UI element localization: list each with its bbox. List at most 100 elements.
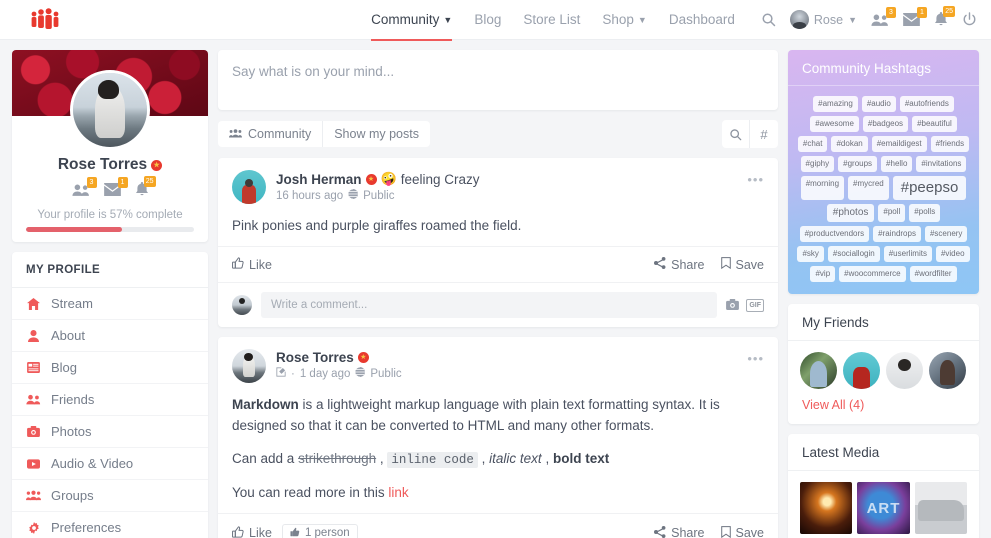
hashtag-sky[interactable]: #sky (797, 246, 824, 262)
post-link[interactable]: link (388, 485, 408, 500)
hashtag-invitations[interactable]: #invitations (916, 156, 967, 172)
friend-avatar-3[interactable] (886, 352, 923, 389)
friends-icon[interactable]: 3 (71, 176, 97, 197)
messages-badge: 1 (917, 7, 927, 18)
nav-item-blog[interactable]: Blog (474, 0, 501, 40)
save-label: Save (735, 526, 765, 538)
profile-completion-fill (26, 227, 122, 232)
profile-avatar[interactable] (70, 70, 150, 150)
avatar[interactable] (232, 349, 266, 384)
power-icon[interactable] (962, 12, 977, 27)
hashtag-wordfilter[interactable]: #wordfilter (909, 266, 957, 282)
media-thumb-2[interactable] (857, 482, 910, 535)
comment-input[interactable]: Write a comment... (261, 292, 718, 319)
hashtag-poll[interactable]: #poll (878, 204, 906, 222)
hashtag-hello[interactable]: #hello (881, 156, 913, 172)
hashtag-userlimits[interactable]: #userlimits (883, 246, 932, 262)
hashtag-woocommerce[interactable]: #woocommerce (839, 266, 906, 282)
sidebar-item-preferences[interactable]: Preferences (12, 512, 208, 538)
filter-show-my-posts-button[interactable]: Show my posts (323, 121, 430, 147)
notifications-bell-icon[interactable]: 25 (135, 176, 156, 197)
camera-icon[interactable] (726, 298, 740, 313)
nav-item-store-list[interactable]: Store List (523, 0, 580, 40)
filter-community-button[interactable]: Community (218, 121, 324, 147)
view-all-friends-link[interactable]: View All (4) (788, 389, 979, 424)
hashtag-polls[interactable]: #polls (909, 204, 941, 222)
media-thumb-3[interactable] (914, 482, 967, 535)
hashtag-icon[interactable]: # (750, 120, 778, 148)
hashtag-video[interactable]: #video (935, 246, 970, 262)
nav-item-dashboard[interactable]: Dashboard (669, 0, 735, 40)
hashtag-photos[interactable]: #photos (826, 204, 875, 222)
notifications-bell-icon[interactable]: 25 (934, 6, 955, 27)
hashtag-scenery[interactable]: #scenery (924, 226, 968, 242)
feed-search-icon[interactable] (722, 120, 750, 148)
messages-icon[interactable]: 1 (103, 177, 128, 196)
sidebar-item-blog[interactable]: Blog (12, 352, 208, 384)
bookmark-icon (720, 257, 731, 272)
post-composer[interactable]: Say what is on your mind... (218, 50, 778, 110)
post-author-name[interactable]: Rose Torres (276, 350, 354, 365)
hashtag-vip[interactable]: #vip (810, 266, 836, 282)
search-icon[interactable] (761, 12, 776, 27)
more-dots-icon[interactable]: ••• (747, 172, 764, 187)
post-author-name[interactable]: Josh Herman (276, 172, 362, 187)
hashtag-autofriends[interactable]: #autofriends (899, 96, 954, 112)
friend-avatar-4[interactable] (929, 352, 966, 389)
site-logo[interactable] (0, 7, 90, 32)
avatar[interactable] (232, 170, 266, 204)
save-button[interactable]: Save (720, 257, 764, 272)
hashtag-peepso[interactable]: #peepso (892, 176, 967, 200)
hashtag-friends[interactable]: #friends (930, 136, 970, 152)
friend-avatar-2[interactable] (843, 352, 880, 389)
post-body: Pink ponies and purple giraffes roamed t… (218, 204, 778, 236)
share-button[interactable]: Share (654, 257, 705, 272)
hashtag-amazing[interactable]: #amazing (813, 96, 858, 112)
hashtag-beautiful[interactable]: #beautiful (912, 116, 957, 132)
sidebar-item-groups[interactable]: Groups (12, 480, 208, 512)
hashtag-mycred[interactable]: #mycred (848, 176, 889, 200)
post-paragraph-1-rest: is a lightweight markup language with pl… (232, 397, 720, 433)
like-button[interactable]: Like (232, 526, 272, 538)
post-header: Rose Torres ★ · 1 day ago Public ••• (218, 337, 778, 384)
hashtag-productvendors[interactable]: #productvendors (799, 226, 870, 242)
save-button[interactable]: Save (720, 525, 765, 538)
more-dots-icon[interactable]: ••• (747, 351, 764, 366)
hashtag-badgeos[interactable]: #badgeos (862, 116, 909, 132)
sidebar-item-stream[interactable]: Stream (12, 288, 208, 320)
sidebar-item-photos[interactable]: Photos (12, 416, 208, 448)
page-title[interactable]: Rose Torres (58, 156, 147, 174)
likes-count-chip[interactable]: 1 person (281, 523, 358, 538)
sidebar-item-audio-video[interactable]: Audio & Video (12, 448, 208, 480)
groups-icon (26, 490, 41, 501)
post-privacy: Public (363, 189, 395, 202)
hashtag-morning[interactable]: #morning (800, 176, 845, 200)
hashtag-chat[interactable]: #chat (797, 136, 828, 152)
gif-icon[interactable]: GIF (746, 298, 764, 312)
user-menu[interactable]: Rose ▼ (789, 10, 857, 29)
share-icon (654, 257, 666, 272)
hashtag-awesome[interactable]: #awesome (810, 116, 859, 132)
hashtag-sociallogin[interactable]: #sociallogin (827, 246, 880, 262)
media-thumb-1[interactable] (800, 482, 853, 535)
comment-placeholder: Write a comment... (271, 299, 368, 312)
hashtag-dokan[interactable]: #dokan (831, 136, 868, 152)
nav-item-community[interactable]: Community ▼ (371, 0, 453, 41)
sidebar-item-about[interactable]: About (12, 320, 208, 352)
hashtag-audio[interactable]: #audio (861, 96, 896, 112)
post-paragraph-1: Markdown is a lightweight markup languag… (232, 395, 764, 436)
hashtag-groups[interactable]: #groups (838, 156, 878, 172)
hashtag-giphy[interactable]: #giphy (800, 156, 835, 172)
like-button[interactable]: Like (232, 257, 272, 272)
share-button[interactable]: Share (654, 525, 705, 538)
filter-show-my-posts-label: Show my posts (334, 127, 419, 141)
nav-label-dashboard: Dashboard (668, 12, 735, 27)
hashtag-emaildigest[interactable]: #emaildigest (871, 136, 927, 152)
sidebar-item-friends[interactable]: Friends (12, 384, 208, 416)
hashtag-raindrops[interactable]: #raindrops (873, 226, 921, 242)
friends-icon[interactable]: 3 (871, 6, 896, 27)
friend-avatar-1[interactable] (800, 352, 837, 389)
nav-item-shop[interactable]: Shop ▼ (602, 0, 646, 40)
messages-icon[interactable]: 1 (903, 7, 927, 26)
sidebar-item-label: Friends (51, 392, 95, 407)
